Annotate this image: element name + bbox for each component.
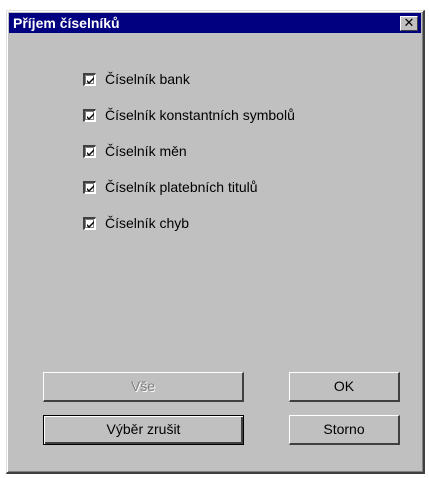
- checklist-item-payment-titles[interactable]: Číselník platebních titulů: [83, 175, 295, 199]
- checkbox-label: Číselník chyb: [105, 215, 190, 231]
- checkbox-payment-titles[interactable]: [83, 180, 96, 194]
- close-icon: ✕: [403, 15, 415, 30]
- clear-selection-button[interactable]: Výběr zrušit: [43, 415, 244, 445]
- checkbox-label: Číselník konstantních symbolů: [105, 107, 295, 123]
- checkbox-bank[interactable]: [83, 72, 96, 86]
- checkbox-label: Číselník měn: [105, 143, 187, 159]
- select-all-button[interactable]: Vše: [43, 372, 244, 402]
- title-bar[interactable]: Příjem číselníků ✕: [9, 13, 421, 33]
- checklist-item-constant-symbols[interactable]: Číselník konstantních symbolů: [83, 103, 295, 127]
- checkmark-icon: [87, 184, 94, 192]
- checklist-item-bank[interactable]: Číselník bank: [83, 67, 295, 91]
- close-button[interactable]: ✕: [400, 16, 418, 31]
- ok-button[interactable]: OK: [289, 372, 400, 402]
- codelist-checklist: Číselník bank Číselník konstantních symb…: [83, 67, 295, 235]
- checkbox-label: Číselník platebních titulů: [105, 179, 258, 195]
- window-title: Příjem číselníků: [13, 15, 120, 31]
- checkbox-label: Číselník bank: [105, 71, 190, 87]
- checkbox-errors[interactable]: [83, 216, 96, 230]
- checkmark-icon: [87, 220, 94, 228]
- checkmark-icon: [87, 148, 94, 156]
- checklist-item-currencies[interactable]: Číselník měn: [83, 139, 295, 163]
- checkbox-currencies[interactable]: [83, 144, 96, 158]
- dialog-window: Příjem číselníků ✕ Číselník bank Číselní…: [6, 10, 425, 474]
- checkmark-icon: [87, 112, 94, 120]
- cancel-button[interactable]: Storno: [289, 415, 400, 445]
- checklist-item-errors[interactable]: Číselník chyb: [83, 211, 295, 235]
- checkbox-constant-symbols[interactable]: [83, 108, 96, 122]
- checkmark-icon: [87, 76, 94, 84]
